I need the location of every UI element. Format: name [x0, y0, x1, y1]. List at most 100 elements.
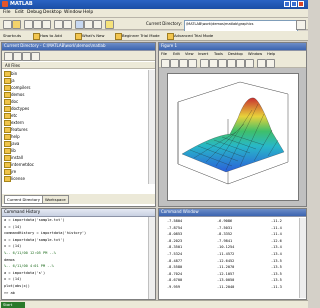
shortcuts-label: Shortcuts [3, 33, 22, 38]
cut-icon[interactable] [24, 20, 33, 29]
legend-icon[interactable] [266, 59, 275, 68]
menu-file[interactable]: File [3, 10, 11, 15]
output-row: -8.0853 -8.3352 -11.4 [167, 232, 282, 237]
list-item[interactable]: lib [2, 147, 155, 154]
zoom-in-icon[interactable] [209, 59, 218, 68]
output-row: -8.5580 -11.2070 -13.5 [167, 265, 282, 270]
history-line[interactable]: a = importdata('s') [2, 270, 148, 277]
figure-new-icon[interactable] [161, 59, 170, 68]
simulink-icon[interactable] [75, 20, 84, 29]
title-bar: MATLAB [0, 0, 308, 9]
folder-icon [4, 176, 11, 182]
history-line[interactable]: %-- 6/11/00 12:05 PM --% [2, 250, 148, 257]
shortcut-whats-new[interactable]: What's New [82, 33, 105, 38]
history-line[interactable]: plot(abs(x)) [2, 283, 148, 290]
figure-menu-help[interactable]: Help [267, 52, 275, 56]
pan-icon[interactable] [227, 59, 236, 68]
tab-current-directory[interactable]: Current Directory [4, 195, 43, 204]
history-line[interactable]: a = importdata('sample.txt') [2, 217, 148, 224]
folder-up-icon[interactable] [4, 52, 13, 61]
new-file-icon[interactable] [3, 20, 12, 29]
history-line[interactable]: x = (14) [2, 224, 148, 231]
figure-menu-edit[interactable]: Edit [173, 52, 180, 56]
find-files-icon[interactable] [22, 52, 31, 61]
list-item[interactable]: extern [2, 119, 155, 126]
zoom-out-icon[interactable] [218, 59, 227, 68]
command-window-scrollbar[interactable] [299, 218, 306, 298]
history-line[interactable]: x = (14) [2, 276, 148, 283]
list-item[interactable]: java [2, 140, 155, 147]
figure-menu-tools[interactable]: Tools [214, 52, 223, 56]
figure-print-icon[interactable] [188, 59, 197, 68]
guide-icon[interactable] [84, 20, 93, 29]
browse-folder-button[interactable] [296, 20, 306, 30]
shortcut-advanced-trial[interactable]: Advanced Trial Mode [174, 33, 213, 38]
list-item[interactable]: etc [2, 112, 155, 119]
paste-icon[interactable] [42, 20, 51, 29]
copy-icon[interactable] [33, 20, 42, 29]
list-item[interactable]: compilers [2, 84, 155, 91]
history-line[interactable]: demos [2, 257, 148, 264]
figure-menu-file[interactable]: File [161, 52, 167, 56]
list-item[interactable]: doc [2, 98, 155, 105]
open-folder-icon[interactable] [12, 20, 21, 29]
history-line[interactable]: x = (14) [2, 243, 148, 250]
window-controls[interactable] [284, 1, 306, 8]
start-button[interactable]: Start [1, 302, 25, 308]
shortcuts-bar: Shortcuts How to Add What's New Beginner… [0, 31, 308, 41]
maximize-icon[interactable] [291, 1, 297, 7]
menu-edit[interactable]: Edit [15, 10, 24, 15]
new-folder-icon[interactable] [13, 52, 22, 61]
figure-save-icon[interactable] [179, 59, 188, 68]
menu-window[interactable]: Window [64, 10, 82, 15]
menu-debug[interactable]: Debug [27, 10, 42, 15]
figure-title: Figure 1 [159, 43, 306, 51]
minimize-icon[interactable] [284, 1, 290, 7]
refresh-icon[interactable] [31, 52, 40, 61]
figure-menu-view[interactable]: View [185, 52, 194, 56]
command-history-panel: Command History a = importdata('sample.t… [1, 208, 156, 300]
history-line[interactable]: commandHistory = importdata('history') [2, 230, 148, 237]
list-item[interactable]: bin [2, 70, 155, 77]
list-item[interactable]: ja [2, 77, 155, 84]
list-item[interactable]: help [2, 133, 155, 140]
list-item[interactable]: license [2, 175, 155, 182]
profiler-icon[interactable] [93, 20, 102, 29]
history-line[interactable]: >> ab [2, 290, 148, 297]
menu-help[interactable]: Help [83, 10, 93, 15]
tab-workspace[interactable]: Workspace [42, 195, 69, 204]
list-item[interactable]: demos [2, 91, 155, 98]
list-item[interactable]: features [2, 126, 155, 133]
close-icon[interactable] [298, 1, 304, 7]
undo-icon[interactable] [54, 20, 63, 29]
help-icon[interactable] [105, 20, 114, 29]
figure-canvas[interactable] [167, 73, 299, 201]
list-item[interactable]: doctypes [2, 105, 155, 112]
list-item[interactable]: internetdoc [2, 161, 155, 168]
figure-menu-desktop[interactable]: Desktop [228, 52, 243, 56]
edit-plot-icon[interactable] [200, 59, 209, 68]
figure-open-icon[interactable] [170, 59, 179, 68]
surface-plot[interactable] [168, 74, 298, 200]
figure-menu-insert[interactable]: Insert [198, 52, 208, 56]
data-cursor-icon[interactable] [245, 59, 254, 68]
shortcut-how-to-add[interactable]: How to Add [40, 33, 62, 38]
output-row: -8.2023 -7.9841 -12.6 [167, 238, 282, 243]
shortcut-beginner-trial[interactable]: Beginner Trial Mode [122, 33, 160, 38]
list-item[interactable]: install [2, 154, 155, 161]
figure-menu-window[interactable]: Window [248, 52, 262, 56]
list-item[interactable]: jre [2, 168, 155, 175]
history-scrollbar[interactable] [148, 217, 155, 299]
figure-window: Figure 1 File Edit View Insert Tools Des… [158, 42, 307, 207]
file-list-scrollbar[interactable] [148, 70, 155, 184]
history-line[interactable]: %-- 6/11/00 4:01 PM --% [2, 263, 148, 270]
redo-icon[interactable] [63, 20, 72, 29]
rotate-3d-icon[interactable] [236, 59, 245, 68]
file-list-header[interactable]: All Files [2, 62, 155, 69]
history-line[interactable]: x = importdata('sample.txt') [2, 237, 148, 244]
menu-desktop[interactable]: Desktop [43, 10, 62, 15]
colorbar-icon[interactable] [257, 59, 266, 68]
command-window-output[interactable]: -7.5804 -6.9086 -11.2 -7.8754 -7.5031 -11.4 … [159, 218, 299, 298]
window-title: MATLAB [10, 1, 33, 7]
figure-menubar: File Edit View Insert Tools Desktop Wind… [159, 51, 306, 58]
